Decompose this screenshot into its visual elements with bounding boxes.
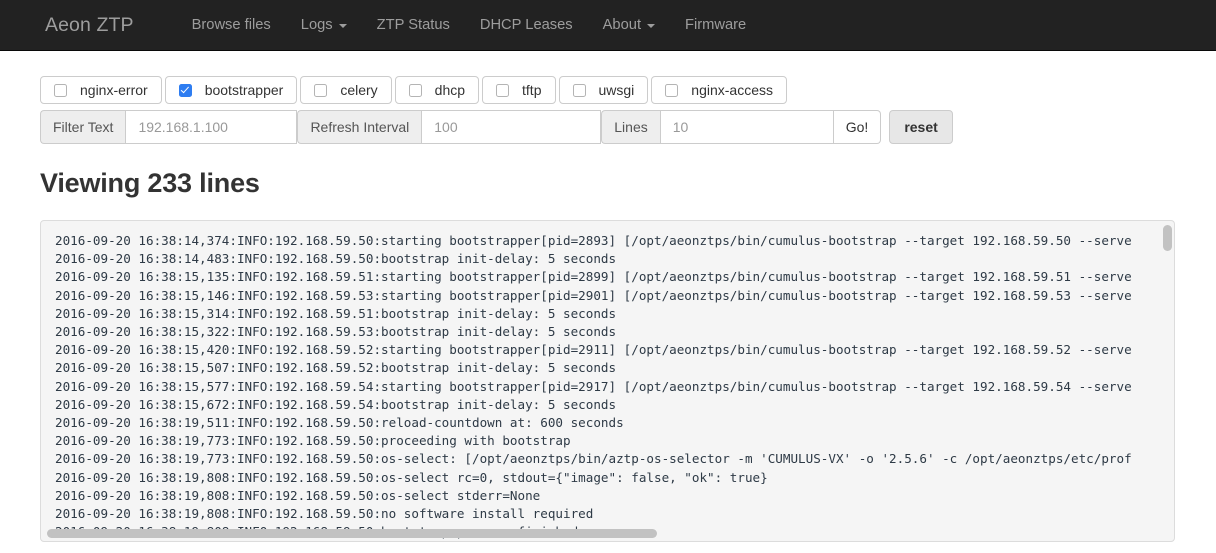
log-output-panel[interactable]: 2016-09-20 16:38:14,374:INFO:192.168.59.…	[40, 220, 1175, 542]
checkbox-icon[interactable]	[572, 83, 586, 97]
log-panel-wrapper: 2016-09-20 16:38:14,374:INFO:192.168.59.…	[40, 220, 1175, 542]
checkbox-icon[interactable]	[408, 83, 422, 97]
log-line: 2016-09-20 16:38:19,808:INFO:192.168.59.…	[55, 487, 541, 503]
log-toggle-nginx-error[interactable]: nginx-error	[40, 76, 162, 104]
checkbox-icon[interactable]	[496, 83, 510, 97]
log-line: 2016-09-20 16:38:19,904:INFO:192.168.59.…	[55, 541, 1160, 542]
nav-link-about[interactable]: About	[588, 0, 670, 50]
log-line: 2016-09-20 16:38:15,420:INFO:192.168.59.…	[55, 342, 1132, 358]
checkbox-icon[interactable]	[54, 83, 67, 97]
log-toggle-dhcp[interactable]: dhcp	[394, 76, 480, 104]
nav-link-dhcp-leases[interactable]: DHCP Leases	[465, 0, 588, 50]
navbar: Aeon ZTP Browse files Logs ZTP Status DHCP …	[0, 0, 1216, 51]
log-controls-row: Filter Text Refresh Interval Lines Go! r…	[40, 110, 1216, 144]
log-line: 2016-09-20 16:38:15,577:INFO:192.168.59.…	[55, 378, 1132, 394]
log-horizontal-scrollbar[interactable]	[44, 529, 1171, 538]
log-toggle-uwsgi[interactable]: uwsgi	[558, 76, 649, 104]
refresh-interval-group: Refresh Interval	[297, 110, 602, 144]
log-line: 2016-09-20 16:38:14,374:INFO:192.168.59.…	[55, 233, 1132, 248]
log-line: 2016-09-20 16:38:15,672:INFO:192.168.59.…	[55, 396, 617, 412]
log-toggle-nginx-access[interactable]: nginx-access	[651, 76, 787, 104]
log-line: 2016-09-20 16:38:15,135:INFO:192.168.59.…	[55, 269, 1132, 285]
page-content: nginx-error bootstrapper celery dhcp tftp uws…	[0, 76, 1216, 542]
checkbox-checked-icon[interactable]	[178, 83, 192, 97]
log-toggle-label: dhcp	[434, 82, 466, 98]
reset-button[interactable]: reset	[889, 110, 953, 144]
lines-input[interactable]	[659, 110, 834, 144]
lines-label: Lines	[601, 110, 660, 144]
log-horizontal-scrollbar-thumb[interactable]	[47, 529, 657, 538]
log-output-text: 2016-09-20 16:38:14,374:INFO:192.168.59.…	[41, 221, 1174, 542]
filter-text-group: Filter Text	[40, 110, 298, 144]
log-line: 2016-09-20 16:38:19,808:INFO:192.168.59.…	[55, 469, 768, 485]
nav-link-label: Browse files	[191, 17, 271, 33]
log-source-toggle-group: nginx-error bootstrapper celery dhcp tftp uws…	[40, 76, 1216, 104]
checkbox-icon[interactable]	[314, 83, 328, 97]
nav-link-label: Firmware	[685, 17, 747, 33]
filter-text-label: Filter Text	[40, 110, 126, 144]
page-title: Viewing 233 lines	[40, 168, 260, 198]
log-vertical-scrollbar[interactable]	[1163, 223, 1172, 541]
log-line: 2016-09-20 16:38:15,146:INFO:192.168.59.…	[55, 287, 1132, 303]
log-line: 2016-09-20 16:38:19,511:INFO:192.168.59.…	[55, 415, 624, 431]
nav-link-label: Logs	[300, 17, 333, 33]
nav-link-browse-files[interactable]: Browse files	[177, 0, 286, 50]
go-button[interactable]: Go!	[833, 110, 882, 144]
navbar-brand[interactable]: Aeon ZTP	[30, 0, 149, 50]
nav-link-ztp-status[interactable]: ZTP Status	[362, 0, 465, 50]
log-line: 2016-09-20 16:38:19,773:INFO:192.168.59.…	[55, 433, 571, 449]
nav-link-logs[interactable]: Logs	[286, 0, 362, 50]
log-line: 2016-09-20 16:38:15,507:INFO:192.168.59.…	[55, 360, 617, 376]
log-toggle-label: tftp	[522, 82, 542, 98]
nav-link-label: About	[602, 17, 642, 33]
log-line: 2016-09-20 16:38:19,808:INFO:192.168.59.…	[55, 506, 594, 522]
log-line: 2016-09-20 16:38:14,483:INFO:192.168.59.…	[55, 251, 617, 267]
filter-text-input[interactable]	[125, 110, 298, 144]
log-toggle-bootstrapper[interactable]: bootstrapper	[164, 76, 298, 104]
log-line: 2016-09-20 16:38:19,773:INFO:192.168.59.…	[55, 451, 1132, 467]
log-toggle-label: bootstrapper	[204, 82, 284, 98]
log-line: 2016-09-20 16:38:15,322:INFO:192.168.59.…	[55, 324, 617, 340]
nav-link-label: ZTP Status	[376, 17, 450, 33]
nav-link-label: DHCP Leases	[479, 17, 573, 33]
log-toggle-label: nginx-access	[691, 82, 773, 98]
navbar-links: Browse files Logs ZTP Status DHCP Leases Abo…	[177, 0, 762, 50]
checkbox-icon[interactable]	[665, 83, 679, 97]
refresh-interval-label: Refresh Interval	[297, 110, 422, 144]
log-toggle-tftp[interactable]: tftp	[482, 76, 556, 104]
refresh-interval-input[interactable]	[421, 110, 602, 144]
nav-link-firmware[interactable]: Firmware	[670, 0, 761, 50]
chevron-down-icon	[647, 24, 656, 28]
log-toggle-label: celery	[340, 82, 378, 98]
lines-group: Lines Go!	[601, 110, 882, 144]
chevron-down-icon	[338, 24, 347, 28]
log-toggle-label: uwsgi	[598, 82, 635, 98]
log-toggle-celery[interactable]: celery	[300, 76, 392, 104]
log-line: 2016-09-20 16:38:15,314:INFO:192.168.59.…	[55, 305, 617, 321]
log-vertical-scrollbar-thumb[interactable]	[1163, 225, 1172, 251]
log-toggle-label: nginx-error	[80, 82, 148, 98]
